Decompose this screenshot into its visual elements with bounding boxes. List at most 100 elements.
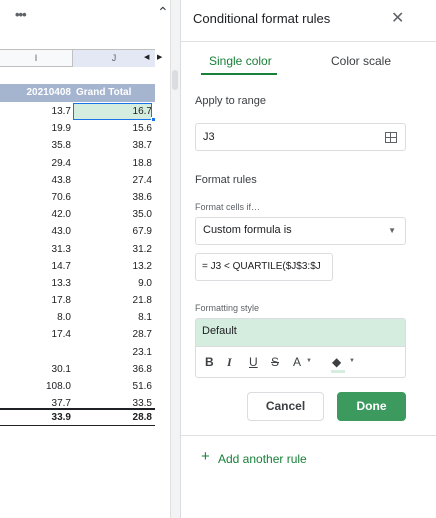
cell-i[interactable]: 43.8	[0, 172, 71, 189]
cell-j[interactable]: 21.8	[73, 292, 152, 309]
total-cell-i[interactable]: 33.9	[0, 410, 71, 426]
condition-dropdown[interactable]: Custom formula is ▼	[195, 217, 406, 245]
scroll-right-icon[interactable]: ▶	[157, 53, 162, 61]
italic-icon[interactable]: I	[227, 355, 232, 369]
pivot-header-grand-total[interactable]: Grand Total	[76, 84, 155, 102]
cell-j[interactable]: 51.6	[73, 378, 152, 395]
more-options-icon[interactable]: •••	[15, 7, 27, 22]
cell-i[interactable]: 14.7	[0, 258, 71, 275]
select-range-grid-icon[interactable]	[385, 132, 397, 143]
cell-j[interactable]: 31.2	[73, 241, 152, 258]
total-cell-j[interactable]: 28.8	[73, 410, 152, 426]
table-row: 42.0 35.0	[0, 206, 155, 223]
table-row: 29.4 18.8	[0, 155, 155, 172]
cell-i[interactable]: 17.4	[0, 326, 71, 343]
cell-j[interactable]: 36.8	[73, 361, 152, 378]
plus-icon[interactable]: +	[201, 449, 210, 464]
cell-j[interactable]: 28.7	[73, 326, 152, 343]
formula-value[interactable]: = J3 < QUARTILE($J$3:$J	[202, 261, 321, 272]
range-value[interactable]: J3	[203, 131, 215, 143]
cell-j[interactable]: 9.0	[73, 275, 152, 292]
cell-i[interactable]: 30.1	[0, 361, 71, 378]
divider	[181, 41, 436, 42]
cancel-button[interactable]: Cancel	[247, 392, 324, 421]
cell-j[interactable]: 38.6	[73, 189, 152, 206]
cell-i[interactable]: 29.4	[0, 155, 71, 172]
table-row: 108.0 51.6	[0, 378, 155, 395]
cell-j[interactable]: 27.4	[73, 172, 152, 189]
cell-i[interactable]: 42.0	[0, 206, 71, 223]
fill-color-caret-icon[interactable]: ▼	[349, 358, 355, 364]
text-color-icon[interactable]: A	[293, 355, 301, 369]
vertical-scrollbar-thumb[interactable]	[172, 70, 178, 90]
bold-icon[interactable]: B	[205, 355, 214, 369]
column-header-i[interactable]: I	[0, 50, 73, 67]
add-another-rule-button[interactable]: Add another rule	[218, 452, 307, 466]
done-button[interactable]: Done	[337, 392, 406, 421]
table-row: 31.3 31.2	[0, 241, 155, 258]
style-toolbar: B I U S A ▼ ◆ ▼	[196, 346, 405, 377]
style-preview-text: Default	[202, 325, 237, 337]
format-rules-label: Format rules	[195, 174, 257, 186]
cell-i[interactable]: 13.7	[0, 103, 71, 120]
table-row: 13.3 9.0	[0, 275, 155, 292]
cell-i[interactable]: 19.9	[0, 120, 71, 137]
column-header-j[interactable]: J	[73, 50, 155, 67]
cell-j[interactable]: 18.8	[73, 155, 152, 172]
close-icon[interactable]: ✕	[391, 11, 404, 27]
cell-i[interactable]: 70.6	[0, 189, 71, 206]
cell-i[interactable]: 43.0	[0, 223, 71, 240]
cell-j[interactable]: 35.0	[73, 206, 152, 223]
cell-j[interactable]: 13.2	[73, 258, 152, 275]
conditional-format-panel: Conditional format rules ✕ Single color …	[180, 0, 436, 518]
panel-title: Conditional format rules	[193, 11, 331, 26]
table-row: 19.9 15.6	[0, 120, 155, 137]
column-header-row: I J	[0, 49, 155, 67]
formatting-style-box: Default B I U S A ▼ ◆ ▼	[195, 318, 406, 378]
condition-value: Custom formula is	[203, 224, 292, 236]
cell-j[interactable]: 8.1	[73, 309, 152, 326]
selection-fill-handle[interactable]	[151, 117, 156, 122]
table-row: 35.8 38.7	[0, 137, 155, 154]
table-row: 30.1 36.8	[0, 361, 155, 378]
formatting-style-label: Formatting style	[195, 303, 260, 313]
active-tab-indicator	[201, 73, 277, 75]
range-input[interactable]: J3	[195, 123, 406, 151]
data-rows: 13.7 16.7 19.9 15.6 35.8 38.7 29.4 18.8 43.8 27.4…	[0, 103, 155, 412]
underline-icon[interactable]: U	[249, 355, 258, 369]
strikethrough-icon[interactable]: S	[271, 355, 279, 369]
cell-i[interactable]: 8.0	[0, 309, 71, 326]
table-row: 43.8 27.4	[0, 172, 155, 189]
cell-i[interactable]: 108.0	[0, 378, 71, 395]
tab-single-color[interactable]: Single color	[209, 54, 272, 68]
table-row: 8.0 8.1	[0, 309, 155, 326]
cell-j[interactable]: 38.7	[73, 137, 152, 154]
fill-color-icon[interactable]: ◆	[332, 355, 341, 369]
scroll-left-icon[interactable]: ◀	[144, 53, 149, 61]
cell-i[interactable]: 35.8	[0, 137, 71, 154]
custom-formula-input[interactable]: = J3 < QUARTILE($J$3:$J	[195, 253, 333, 281]
format-cells-if-label: Format cells if…	[195, 202, 261, 212]
dropdown-arrow-icon[interactable]: ▼	[388, 226, 396, 235]
pivot-header-row: 20210408 Grand Total	[0, 84, 155, 102]
table-row: 17.4 28.7	[0, 326, 155, 343]
cell-i[interactable]: 31.3	[0, 241, 71, 258]
divider	[181, 435, 436, 436]
text-color-caret-icon[interactable]: ▼	[306, 358, 312, 364]
collapse-caret-icon[interactable]: ⌃	[157, 4, 169, 21]
table-row: 13.7 16.7	[0, 103, 155, 120]
fill-color-swatch	[331, 370, 345, 373]
cell-i[interactable]: 17.8	[0, 292, 71, 309]
cell-j[interactable]: 67.9	[73, 223, 152, 240]
pivot-header-date[interactable]: 20210408	[0, 84, 73, 102]
cell-i[interactable]	[0, 344, 71, 361]
cell-j[interactable]: 15.6	[73, 120, 152, 137]
grand-total-row: 33.9 28.8	[0, 408, 155, 426]
cell-i[interactable]: 13.3	[0, 275, 71, 292]
cell-j[interactable]: 16.7	[73, 103, 152, 120]
cell-j[interactable]: 23.1	[73, 344, 152, 361]
table-row: 17.8 21.8	[0, 292, 155, 309]
style-preview[interactable]: Default	[196, 319, 405, 346]
tab-color-scale[interactable]: Color scale	[331, 54, 391, 68]
table-row: 23.1	[0, 344, 155, 361]
